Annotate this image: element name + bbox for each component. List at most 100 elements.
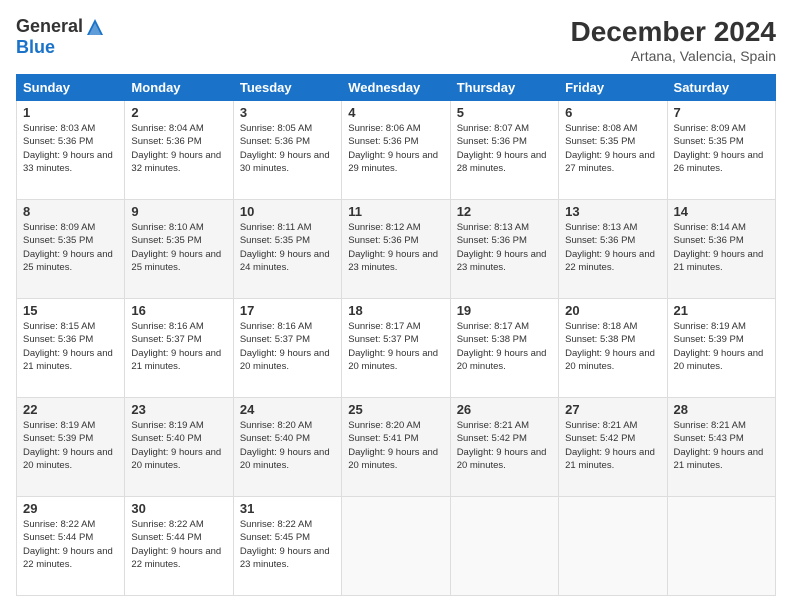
table-row: 1Sunrise: 8:03 AM Sunset: 5:36 PM Daylig… [17, 101, 125, 200]
day-info: Sunrise: 8:19 AM Sunset: 5:39 PM Dayligh… [23, 419, 118, 472]
day-info: Sunrise: 8:16 AM Sunset: 5:37 PM Dayligh… [131, 320, 226, 373]
day-info: Sunrise: 8:19 AM Sunset: 5:40 PM Dayligh… [131, 419, 226, 472]
day-number: 9 [131, 204, 226, 219]
day-info: Sunrise: 8:11 AM Sunset: 5:35 PM Dayligh… [240, 221, 335, 274]
day-info: Sunrise: 8:18 AM Sunset: 5:38 PM Dayligh… [565, 320, 660, 373]
day-number: 11 [348, 204, 443, 219]
header: General Blue December 2024 Artana, Valen… [16, 16, 776, 64]
table-row [559, 497, 667, 596]
day-number: 20 [565, 303, 660, 318]
day-number: 17 [240, 303, 335, 318]
day-number: 22 [23, 402, 118, 417]
day-number: 7 [674, 105, 769, 120]
day-info: Sunrise: 8:20 AM Sunset: 5:41 PM Dayligh… [348, 419, 443, 472]
table-row: 19 Sunrise: 8:17 AM Sunset: 5:38 PM Dayli… [450, 299, 558, 398]
day-number: 3 [240, 105, 335, 120]
col-saturday: Saturday [667, 75, 775, 101]
day-number: 8 [23, 204, 118, 219]
table-row: 10 Sunrise: 8:11 AM Sunset: 5:35 PM Dayli… [233, 200, 341, 299]
day-info: Sunrise: 8:20 AM Sunset: 5:40 PM Dayligh… [240, 419, 335, 472]
day-info: Sunrise: 8:08 AM Sunset: 5:35 PM Dayligh… [565, 122, 660, 175]
table-row [342, 497, 450, 596]
day-number: 30 [131, 501, 226, 516]
table-row [450, 497, 558, 596]
day-info: Sunrise: 8:15 AM Sunset: 5:36 PM Dayligh… [23, 320, 118, 373]
day-info: Sunrise: 8:07 AM Sunset: 5:36 PM Dayligh… [457, 122, 552, 175]
location: Artana, Valencia, Spain [571, 48, 776, 64]
table-row: 7 Sunrise: 8:09 AM Sunset: 5:35 PM Daylig… [667, 101, 775, 200]
day-number: 5 [457, 105, 552, 120]
table-row [667, 497, 775, 596]
day-number: 25 [348, 402, 443, 417]
table-row: 29Sunrise: 8:22 AM Sunset: 5:44 PM Dayli… [17, 497, 125, 596]
logo: General Blue [16, 16, 105, 58]
day-info: Sunrise: 8:03 AM Sunset: 5:36 PM Dayligh… [23, 122, 118, 175]
table-row: 24 Sunrise: 8:20 AM Sunset: 5:40 PM Dayli… [233, 398, 341, 497]
day-number: 26 [457, 402, 552, 417]
day-number: 14 [674, 204, 769, 219]
day-number: 19 [457, 303, 552, 318]
page: General Blue December 2024 Artana, Valen… [0, 0, 792, 612]
logo-general-text: General [16, 16, 83, 37]
day-info: Sunrise: 8:12 AM Sunset: 5:36 PM Dayligh… [348, 221, 443, 274]
col-wednesday: Wednesday [342, 75, 450, 101]
day-info: Sunrise: 8:17 AM Sunset: 5:37 PM Dayligh… [348, 320, 443, 373]
day-info: Sunrise: 8:06 AM Sunset: 5:36 PM Dayligh… [348, 122, 443, 175]
day-info: Sunrise: 8:22 AM Sunset: 5:45 PM Dayligh… [240, 518, 335, 571]
calendar-header-row: Sunday Monday Tuesday Wednesday Thursday… [17, 75, 776, 101]
day-number: 23 [131, 402, 226, 417]
table-row: 16 Sunrise: 8:16 AM Sunset: 5:37 PM Dayli… [125, 299, 233, 398]
table-row: 31 Sunrise: 8:22 AM Sunset: 5:45 PM Dayli… [233, 497, 341, 596]
day-info: Sunrise: 8:13 AM Sunset: 5:36 PM Dayligh… [565, 221, 660, 274]
table-row: 8 Sunrise: 8:09 AM Sunset: 5:35 PM Daylig… [17, 200, 125, 299]
day-info: Sunrise: 8:09 AM Sunset: 5:35 PM Dayligh… [23, 221, 118, 274]
day-number: 18 [348, 303, 443, 318]
calendar-table: Sunday Monday Tuesday Wednesday Thursday… [16, 74, 776, 596]
table-row: 5 Sunrise: 8:07 AM Sunset: 5:36 PM Daylig… [450, 101, 558, 200]
day-info: Sunrise: 8:04 AM Sunset: 5:36 PM Dayligh… [131, 122, 226, 175]
month-title: December 2024 [571, 16, 776, 48]
col-thursday: Thursday [450, 75, 558, 101]
table-row: 17Sunrise: 8:16 AM Sunset: 5:37 PM Dayli… [233, 299, 341, 398]
day-info: Sunrise: 8:10 AM Sunset: 5:35 PM Dayligh… [131, 221, 226, 274]
table-row: 2Sunrise: 8:04 AM Sunset: 5:36 PM Daylig… [125, 101, 233, 200]
day-info: Sunrise: 8:13 AM Sunset: 5:36 PM Dayligh… [457, 221, 552, 274]
table-row: 18 Sunrise: 8:17 AM Sunset: 5:37 PM Dayli… [342, 299, 450, 398]
calendar-row: 15 Sunrise: 8:15 AM Sunset: 5:36 PM Dayli… [17, 299, 776, 398]
day-number: 31 [240, 501, 335, 516]
table-row: 11 Sunrise: 8:12 AM Sunset: 5:36 PM Dayli… [342, 200, 450, 299]
table-row: 27 Sunrise: 8:21 AM Sunset: 5:42 PM Dayli… [559, 398, 667, 497]
day-info: Sunrise: 8:19 AM Sunset: 5:39 PM Dayligh… [674, 320, 769, 373]
logo-icon [85, 17, 105, 37]
day-number: 4 [348, 105, 443, 120]
day-number: 15 [23, 303, 118, 318]
day-number: 12 [457, 204, 552, 219]
table-row: 25 Sunrise: 8:20 AM Sunset: 5:41 PM Dayli… [342, 398, 450, 497]
day-info: Sunrise: 8:05 AM Sunset: 5:36 PM Dayligh… [240, 122, 335, 175]
day-info: Sunrise: 8:17 AM Sunset: 5:38 PM Dayligh… [457, 320, 552, 373]
day-info: Sunrise: 8:22 AM Sunset: 5:44 PM Dayligh… [23, 518, 118, 571]
table-row: 15 Sunrise: 8:15 AM Sunset: 5:36 PM Dayli… [17, 299, 125, 398]
day-info: Sunrise: 8:21 AM Sunset: 5:43 PM Dayligh… [674, 419, 769, 472]
table-row: 9 Sunrise: 8:10 AM Sunset: 5:35 PM Daylig… [125, 200, 233, 299]
calendar-row: 22 Sunrise: 8:19 AM Sunset: 5:39 PM Dayli… [17, 398, 776, 497]
day-info: Sunrise: 8:21 AM Sunset: 5:42 PM Dayligh… [565, 419, 660, 472]
table-row: 14Sunrise: 8:14 AM Sunset: 5:36 PM Dayli… [667, 200, 775, 299]
logo-blue-text: Blue [16, 37, 55, 58]
table-row: 22 Sunrise: 8:19 AM Sunset: 5:39 PM Dayli… [17, 398, 125, 497]
day-info: Sunrise: 8:22 AM Sunset: 5:44 PM Dayligh… [131, 518, 226, 571]
day-number: 28 [674, 402, 769, 417]
day-info: Sunrise: 8:09 AM Sunset: 5:35 PM Dayligh… [674, 122, 769, 175]
calendar-row: 29Sunrise: 8:22 AM Sunset: 5:44 PM Dayli… [17, 497, 776, 596]
day-number: 10 [240, 204, 335, 219]
day-number: 27 [565, 402, 660, 417]
table-row: 23 Sunrise: 8:19 AM Sunset: 5:40 PM Dayli… [125, 398, 233, 497]
table-row: 30 Sunrise: 8:22 AM Sunset: 5:44 PM Dayli… [125, 497, 233, 596]
calendar-row: 8 Sunrise: 8:09 AM Sunset: 5:35 PM Daylig… [17, 200, 776, 299]
table-row: 12 Sunrise: 8:13 AM Sunset: 5:36 PM Dayli… [450, 200, 558, 299]
table-row: 21Sunrise: 8:19 AM Sunset: 5:39 PM Dayli… [667, 299, 775, 398]
day-number: 16 [131, 303, 226, 318]
table-row: 3 Sunrise: 8:05 AM Sunset: 5:36 PM Daylig… [233, 101, 341, 200]
day-number: 24 [240, 402, 335, 417]
col-sunday: Sunday [17, 75, 125, 101]
